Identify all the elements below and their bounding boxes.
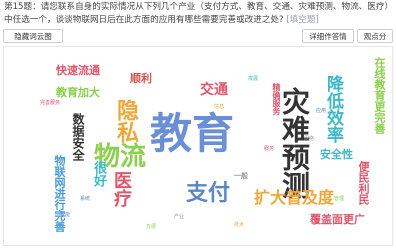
word-cloud-word: 降低效率: [323, 75, 343, 143]
word-cloud-word: 快速流通: [56, 64, 100, 77]
word-cloud-word: 医疗: [111, 171, 132, 207]
word-cloud-word: 覆盖面更广: [310, 213, 365, 226]
word-cloud-word: 安全性: [320, 148, 353, 161]
word-cloud: 教育 灾难预测 物流 隐私 医疗 支付 降低效率 扩大普及度 交通 快速流通 顺…: [3, 46, 393, 246]
word-cloud-word: 很好: [91, 161, 106, 187]
word-cloud-word: 顺利: [130, 72, 152, 85]
hide-word-cloud-button[interactable]: 隐藏词云图: [3, 29, 63, 43]
word-cloud-word: 精确服务: [272, 83, 281, 115]
word-cloud-word: 教育加大: [56, 86, 100, 99]
question-type-tag: [填空题]: [286, 15, 319, 25]
word-cloud-word: 灾难预测: [278, 87, 311, 199]
word-cloud-word: 数据安全: [71, 113, 85, 161]
word-cloud-word: 一般: [234, 172, 248, 180]
word-cloud-word: 服务: [264, 146, 275, 152]
word-cloud-word: 系统: [80, 196, 91, 202]
word-cloud-word: 智能: [60, 212, 71, 218]
word-cloud-word: 技术: [234, 222, 245, 228]
word-cloud-word: 产业: [174, 214, 185, 220]
question-body: 第15题：请您联系自身的实际情况从下列几个产业（支付方式、教育、交通、灾难预测、…: [4, 2, 389, 25]
question-text: 第15题：请您联系自身的实际情况从下列几个产业（支付方式、教育、交通、灾难预测、…: [4, 1, 392, 27]
word-cloud-word: 网络: [304, 136, 315, 142]
word-cloud-word: 隐私: [113, 99, 138, 143]
word-cloud-word: 支付: [186, 181, 231, 206]
word-cloud-word: 在线教育更完善: [373, 57, 386, 134]
word-cloud-word: 交通: [200, 82, 228, 98]
word-cloud-word: 信息: [214, 104, 225, 110]
word-cloud-word: 教育: [150, 109, 235, 158]
view-points-button[interactable]: 观点分析▼: [357, 29, 393, 55]
word-cloud-word: 发展: [248, 76, 259, 82]
detail-answers-button[interactable]: 详细作答情况: [302, 29, 354, 55]
hide-word-cloud-label: 隐藏词云图: [14, 32, 52, 41]
word-cloud-word: 完善服务: [40, 100, 61, 106]
word-cloud-word: 扩大普及度: [254, 188, 335, 207]
word-cloud-word: 物联网进行完善: [53, 155, 66, 232]
word-cloud-word: 应用: [316, 108, 327, 114]
word-cloud-word: 方便: [146, 224, 157, 230]
word-cloud-word: 便民利民: [357, 161, 370, 205]
word-cloud-word: 管理: [334, 196, 345, 202]
